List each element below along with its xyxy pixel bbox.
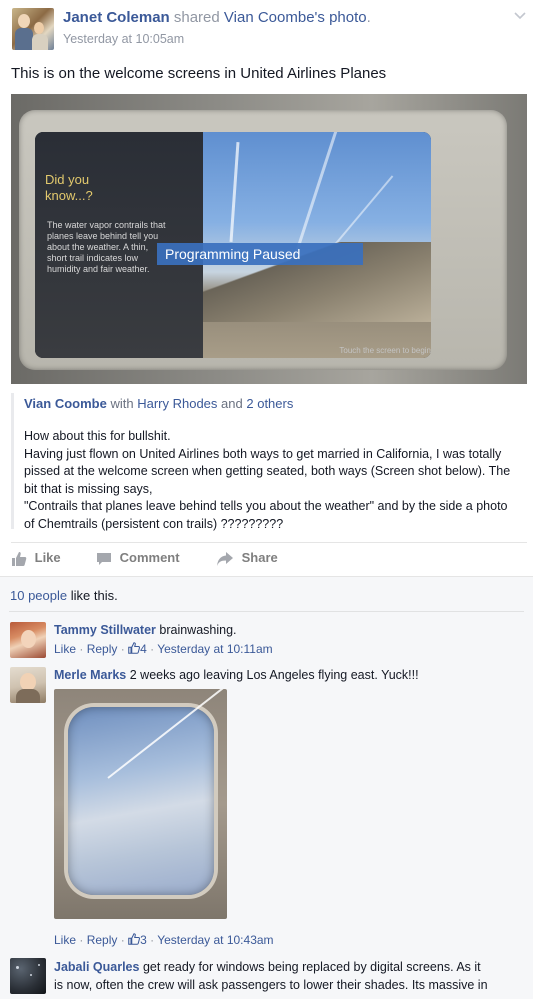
owner-name-link[interactable]: Vian Coombe's	[224, 9, 325, 26]
tagged-person-link[interactable]: Harry Rhodes	[137, 396, 217, 411]
comment-text: Tammy Stillwater brainwashing.	[54, 623, 237, 637]
reaction-count[interactable]: 3	[140, 933, 147, 947]
shared-author-link[interactable]: Vian Coombe	[24, 396, 107, 411]
separator: ·	[120, 642, 125, 656]
comment-timestamp[interactable]: Yesterday at 10:11am	[157, 642, 272, 656]
and-text: and	[221, 396, 243, 411]
separator: ·	[79, 642, 84, 656]
shared-body-line: "Contrails that planes leave behind tell…	[24, 499, 508, 531]
contrail-streak	[107, 689, 227, 779]
header-period: .	[366, 9, 371, 26]
comment-like-link[interactable]: Like	[54, 933, 76, 947]
shared-body-line: How about this for bullshit.	[24, 429, 171, 443]
thumbs-up-icon[interactable]	[128, 933, 141, 945]
shared-story-body: How about this for bullshit. Having just…	[24, 428, 518, 533]
comment-meta: Like · Reply · 4 · Yesterday at 10:11am	[54, 642, 273, 656]
comment-text: Merle Marks 2 weeks ago leaving Los Ange…	[54, 668, 419, 682]
did-you-know-text: Did you know...?	[45, 172, 93, 203]
separator: ·	[150, 642, 155, 656]
comment-body-continued: is now, often the crew will ask passenge…	[54, 978, 488, 992]
like-label: Like	[34, 550, 61, 565]
commenter-name-link[interactable]: Jabali Quarles	[54, 960, 139, 974]
comment-label: Comment	[119, 550, 180, 565]
post-photo[interactable]: Did you know...? The water vapor contrai…	[11, 94, 527, 384]
author-avatar[interactable]	[12, 8, 54, 50]
like-button[interactable]: Like	[11, 550, 61, 570]
with-text: with	[110, 396, 134, 411]
commenter-name-link[interactable]: Merle Marks	[54, 668, 126, 682]
separator: ·	[79, 933, 84, 947]
share-icon	[217, 551, 233, 566]
commenter-avatar[interactable]	[10, 958, 46, 994]
comment-timestamp[interactable]: Yesterday at 10:43am	[157, 933, 273, 947]
commenter-avatar[interactable]	[10, 667, 46, 703]
share-button[interactable]: Share	[216, 550, 278, 570]
thumbs-up-icon[interactable]	[128, 642, 141, 654]
separator: ·	[150, 933, 155, 947]
separator: ·	[120, 933, 125, 947]
comment-like-link[interactable]: Like	[54, 642, 76, 656]
thumbs-up-icon	[12, 551, 27, 566]
programming-paused-banner: Programming Paused	[157, 243, 363, 265]
comment-text: Jabali Quarles get ready for windows bei…	[54, 960, 481, 974]
likes-suffix: like this.	[70, 588, 118, 603]
screen-caption: Touch the screen to begin	[339, 346, 431, 355]
likes-count-link[interactable]: 10 people	[10, 588, 67, 603]
shared-text: shared	[173, 9, 220, 26]
post-header: Janet Coleman shared Vian Coombe's photo…	[63, 9, 371, 26]
commenter-avatar[interactable]	[10, 622, 46, 658]
reaction-count[interactable]: 4	[140, 642, 147, 656]
comment-icon	[97, 552, 111, 565]
airplane-window	[68, 689, 227, 895]
others-link[interactable]: 2 others	[246, 396, 293, 411]
photo-link[interactable]: photo	[329, 9, 367, 26]
comment-button[interactable]: Comment	[96, 550, 180, 570]
shared-card-accent	[11, 393, 14, 529]
likes-summary: 10 people like this.	[10, 588, 118, 603]
comment-body: get ready for windows being replaced by …	[142, 960, 481, 974]
shared-body-line: Having just flown on United Airlines bot…	[24, 446, 511, 496]
comment-body: brainwashing.	[159, 623, 237, 637]
shared-story-header: Vian Coombe with Harry Rhodes and 2 othe…	[24, 396, 293, 411]
commenter-name-link[interactable]: Tammy Stillwater	[54, 623, 156, 637]
comment-photo[interactable]	[54, 689, 227, 919]
post-text: This is on the welcome screens in United…	[11, 65, 387, 82]
likes-divider	[9, 611, 524, 612]
author-name-link[interactable]: Janet Coleman	[63, 9, 170, 26]
contrail-fact-text: The water vapor contrails that planes le…	[47, 220, 166, 274]
chevron-down-icon[interactable]	[514, 10, 526, 22]
share-label: Share	[241, 550, 278, 565]
comment-body: 2 weeks ago leaving Los Angeles flying e…	[129, 668, 419, 682]
post-timestamp[interactable]: Yesterday at 10:05am	[63, 32, 184, 46]
comment-reply-link[interactable]: Reply	[87, 933, 118, 947]
comment-meta: Like · Reply · 3 · Yesterday at 10:43am	[54, 933, 274, 947]
comment-reply-link[interactable]: Reply	[87, 642, 118, 656]
